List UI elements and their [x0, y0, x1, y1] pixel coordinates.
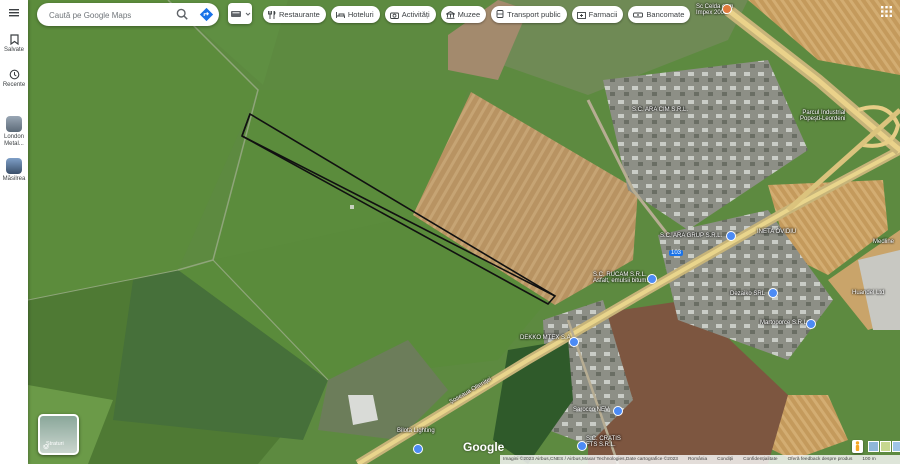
label-martoporce[interactable]: Martoporce S.R.L. — [760, 320, 809, 326]
place-pin[interactable] — [577, 441, 587, 451]
imagery-attribution: Imagini ©2023 Airbus,CNES / Airbus,Maxar… — [503, 457, 678, 462]
place-pin[interactable] — [768, 288, 778, 298]
label-parcul[interactable]: Parcul Industrial Popești-Leordeni — [800, 110, 845, 122]
tile-thumbnail[interactable] — [892, 441, 900, 452]
saved-label: Salvate — [3, 47, 24, 53]
chip-transport-public[interactable]: Transport public — [491, 6, 567, 23]
place-pin[interactable] — [413, 444, 423, 454]
bookmark-icon — [9, 34, 19, 45]
recent-item-label: London Metal... — [3, 134, 25, 147]
street-view-pegman-icon[interactable] — [852, 440, 863, 453]
hamburger-menu-icon — [9, 9, 19, 17]
label-dezaiko[interactable]: Dezaiko SRL — [730, 291, 765, 297]
place-pin[interactable] — [569, 337, 579, 347]
chip-label: Muzee — [457, 10, 481, 19]
atm-icon — [633, 12, 644, 17]
privacy-link[interactable]: Confidențialitate — [743, 457, 777, 462]
recent-button[interactable]: Recente — [0, 69, 28, 89]
camera-icon — [389, 12, 399, 19]
recent-item-london-metal[interactable]: London Metal... — [0, 116, 28, 148]
pharmacy-icon — [576, 11, 586, 19]
bed-icon — [335, 11, 345, 18]
chip-hoteluri[interactable]: Hoteluri — [330, 6, 380, 23]
history-icon — [9, 69, 19, 80]
place-pin[interactable] — [647, 274, 657, 284]
recent-thumbnail — [6, 158, 22, 174]
chip-activitati[interactable]: Activități — [384, 6, 436, 23]
chip-label: Activități — [401, 10, 430, 19]
saved-button[interactable]: Salvate — [0, 34, 28, 54]
chip-label: Transport public — [507, 10, 561, 19]
label-medline[interactable]: Medline — [873, 239, 894, 245]
label-cratis[interactable]: S.C. CRATIS FTS S.R.L. — [586, 436, 621, 448]
chip-label: Farmacii — [588, 10, 618, 19]
recent-thumbnail — [6, 116, 22, 132]
search-input[interactable] — [47, 7, 171, 24]
label-ara-cim[interactable]: S.C. ARA CIM S.R.L. — [632, 107, 688, 113]
country-link[interactable]: România — [688, 457, 707, 462]
google-logo: Google — [463, 440, 505, 454]
layers-button[interactable]: Straturi — [38, 414, 79, 455]
keyboard-icon — [231, 11, 251, 17]
label-bilota[interactable]: Bilota Lighting — [397, 428, 435, 434]
place-pin[interactable] — [613, 406, 623, 416]
terms-link[interactable]: Condiții — [717, 457, 733, 462]
category-chips: Restaurante Hoteluri Activități Muzee Tr… — [263, 6, 691, 23]
chip-bancomate[interactable]: Bancomate — [628, 6, 691, 23]
sidebar: Salvate Recente London Metal... Măsilrea — [0, 0, 28, 464]
fork-knife-icon — [268, 10, 276, 19]
layers-label-wrap: Straturi — [43, 441, 64, 450]
chip-label: Hoteluri — [347, 10, 374, 19]
recent-label: Recente — [2, 82, 26, 88]
pegman-icon — [855, 441, 860, 451]
layers-label: Straturi — [46, 441, 64, 447]
search-icon[interactable] — [175, 7, 190, 22]
place-pin[interactable] — [726, 231, 736, 241]
label-rucam[interactable]: S.C. RUCAM S.R.L. Asfalt, emulsii bitum.… — [593, 272, 651, 284]
google-apps-icon[interactable] — [881, 6, 892, 17]
label-road-number: 103 — [669, 250, 684, 256]
label-ara-grup[interactable]: S.C. ARA GRUP S.R.L. — [660, 233, 722, 239]
feedback-link[interactable]: Oferă feedback despre produs — [788, 457, 853, 462]
recent-item-label: Măsilrea — [2, 176, 26, 182]
chip-restaurante[interactable]: Restaurante — [263, 6, 326, 23]
search-box — [37, 3, 219, 26]
label-huandel[interactable]: Huandel Ltd — [852, 290, 884, 296]
map-footer: Imagini ©2023 Airbus,CNES / Airbus,Maxar… — [500, 455, 900, 464]
imagery-tiles[interactable] — [868, 441, 900, 452]
input-tools-button[interactable] — [228, 3, 252, 24]
bus-icon — [496, 10, 504, 18]
directions-icon[interactable] — [199, 7, 214, 22]
place-pin[interactable] — [806, 319, 816, 329]
tile-thumbnail[interactable] — [868, 441, 879, 452]
label-dekko[interactable]: DEKKO MTEX S.A. — [520, 335, 572, 341]
chip-farmacii[interactable]: Farmacii — [571, 6, 624, 23]
recent-item-masilrea[interactable]: Măsilrea — [0, 158, 28, 183]
chip-label: Restaurante — [279, 10, 320, 19]
chip-muzee[interactable]: Muzee — [440, 6, 487, 23]
place-pin[interactable] — [722, 4, 732, 14]
tile-thumbnail[interactable] — [880, 441, 891, 452]
label-ineta[interactable]: INETA OVIDIU — [757, 229, 796, 235]
chip-label: Bancomate — [646, 10, 685, 19]
menu-button[interactable] — [0, 9, 28, 19]
label-sarocco[interactable]: Sarocco NEV — [573, 407, 609, 413]
scale-bar[interactable]: 100 m — [862, 457, 875, 462]
museum-icon — [445, 10, 455, 19]
